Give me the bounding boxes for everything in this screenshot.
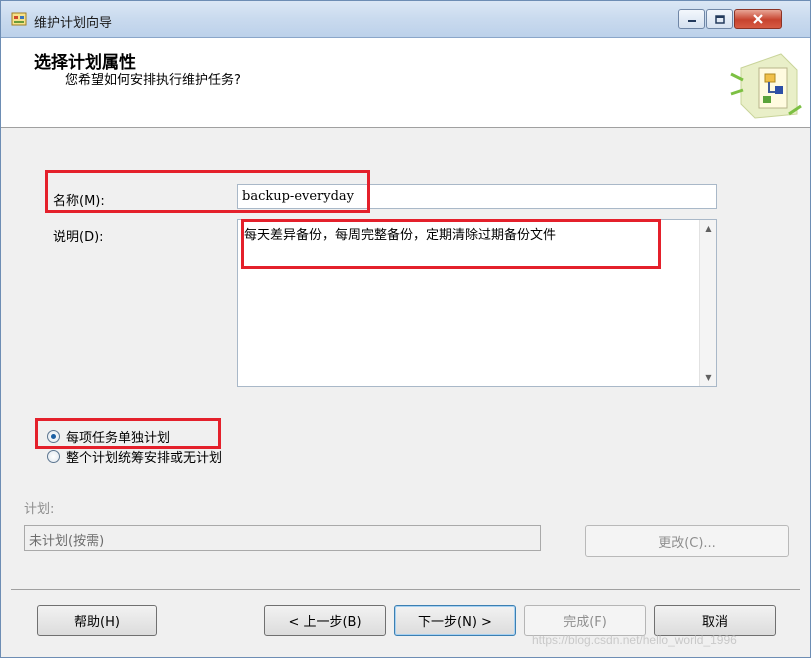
maximize-button[interactable]	[706, 9, 733, 29]
footer-divider	[11, 589, 800, 590]
page-subtitle: 您希望如何安排执行维护任务?	[65, 73, 241, 88]
close-button[interactable]	[734, 9, 782, 29]
cancel-button[interactable]: 取消	[654, 605, 776, 636]
maximize-icon	[707, 10, 732, 28]
change-schedule-button[interactable]: 更改(C)...	[585, 525, 789, 557]
radio-single-label: 整个计划统筹安排或无计划	[66, 451, 223, 466]
highlight-box-name	[45, 170, 370, 213]
description-label: 说明(D):	[53, 230, 104, 245]
scroll-up-icon[interactable]: ▲	[700, 220, 717, 237]
watermark-text: https://blog.csdn.net/hello_world_1996	[532, 633, 737, 647]
back-button[interactable]: < 上一步(B)	[264, 605, 386, 636]
title-bar[interactable]: 维护计划向导	[1, 1, 810, 38]
close-icon	[735, 10, 781, 28]
wizard-graphic-icon	[730, 53, 802, 119]
minimize-button[interactable]	[678, 9, 705, 29]
app-icon	[11, 12, 27, 26]
minimize-icon	[679, 10, 704, 28]
schedule-label: 计划:	[24, 502, 55, 517]
help-button[interactable]: 帮助(H)	[37, 605, 157, 636]
radio-single-schedule[interactable]: 整个计划统筹安排或无计划	[47, 447, 222, 466]
schedule-field: 未计划(按需)	[24, 525, 541, 551]
finish-button[interactable]: 完成(F)	[524, 605, 646, 636]
highlight-box-radio	[35, 418, 221, 449]
radio-button[interactable]	[47, 450, 60, 463]
next-button[interactable]: 下一步(N) >	[394, 605, 516, 636]
scroll-down-icon[interactable]: ▼	[700, 369, 717, 386]
window-title: 维护计划向导	[34, 16, 113, 31]
wizard-window: 维护计划向导 选择计划属性 您希望如何安排执行维护任务? 名称(M): back…	[0, 0, 811, 658]
description-scrollbar[interactable]: ▲ ▼	[699, 220, 716, 386]
wizard-header: 选择计划属性 您希望如何安排执行维护任务?	[1, 38, 810, 128]
highlight-box-description	[241, 219, 661, 269]
